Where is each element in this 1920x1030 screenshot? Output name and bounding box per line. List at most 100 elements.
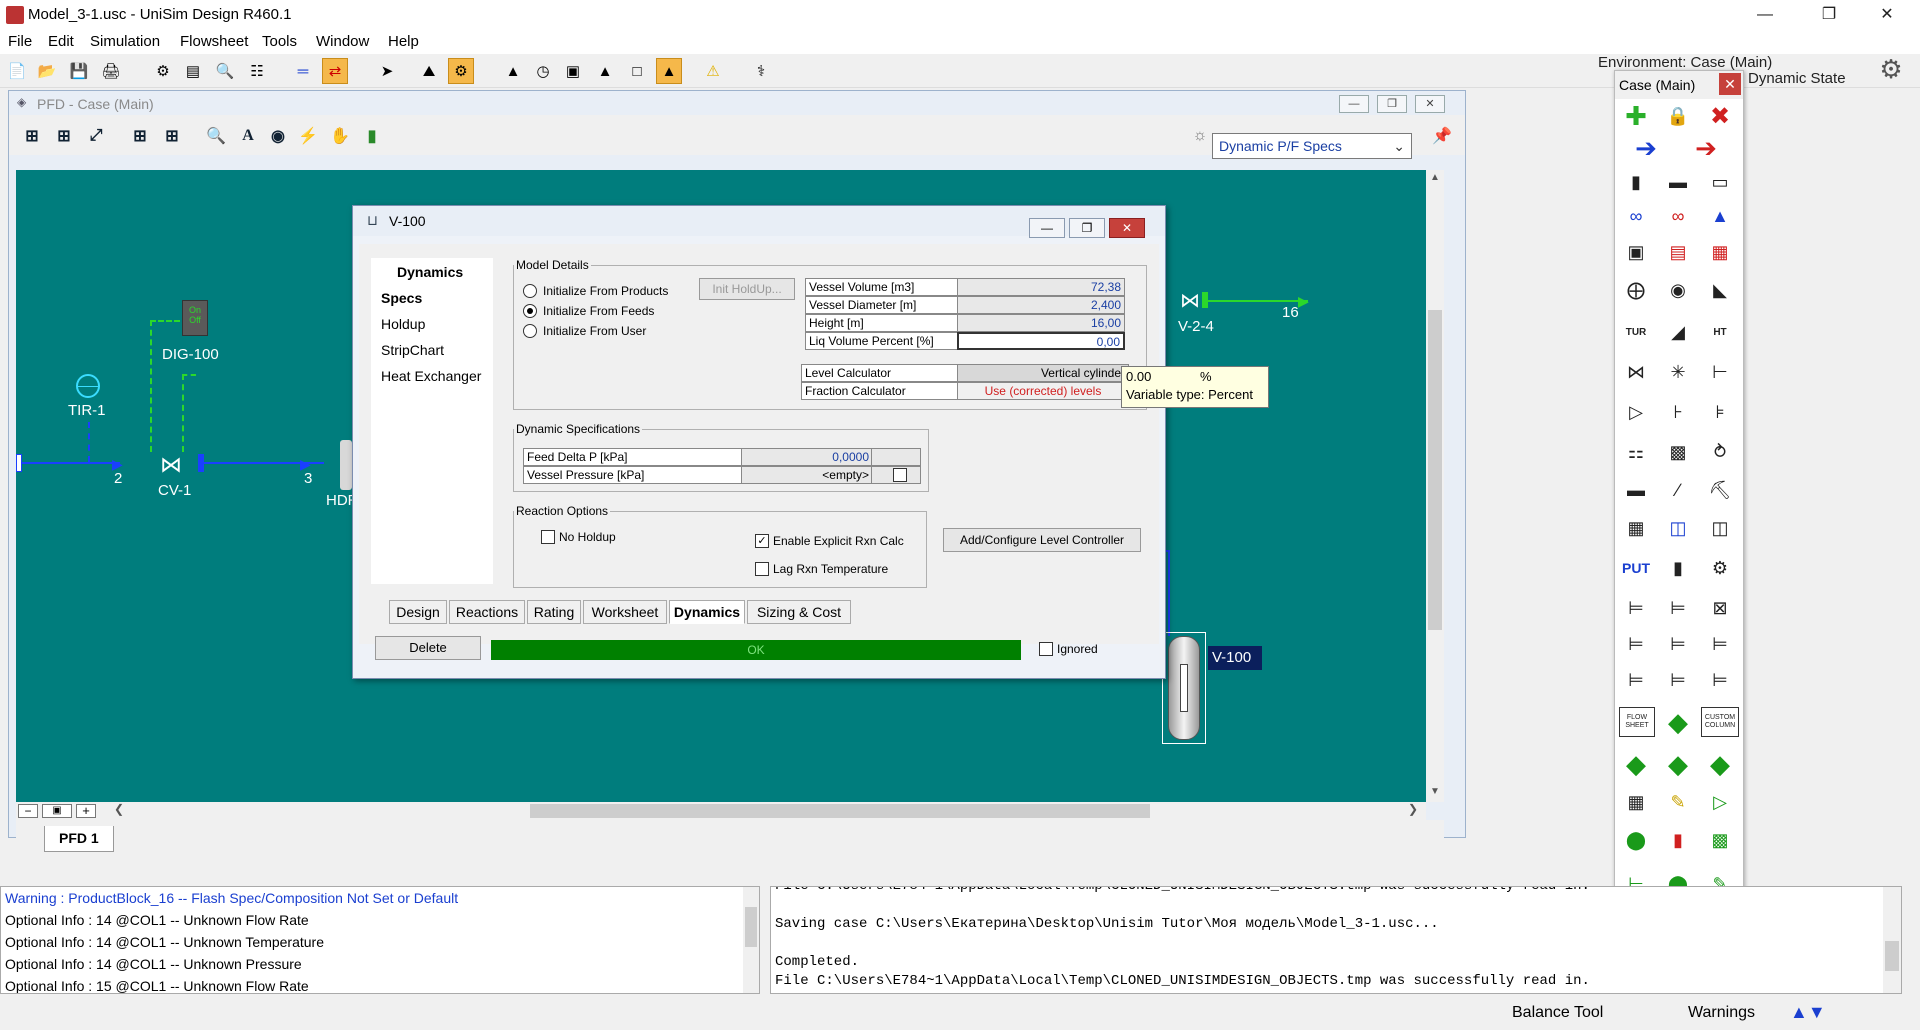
column-d-icon[interactable]: ⊨	[1621, 629, 1651, 659]
auto-position-icon[interactable]: ⊞	[127, 123, 153, 149]
ix-icon[interactable]: ▣	[560, 58, 586, 84]
menu-edit[interactable]: Edit	[48, 33, 74, 50]
menu-window[interactable]: Window	[316, 33, 369, 50]
separator-icon[interactable]: ▮	[1621, 167, 1651, 197]
menu-help[interactable]: Help	[388, 33, 419, 50]
heat-exchanger-icon[interactable]: ▣	[1621, 237, 1651, 267]
solver-active-icon[interactable]: ▲	[656, 58, 682, 84]
hscroll-thumb[interactable]	[530, 804, 1150, 818]
menu-flowsheet[interactable]: Flowsheet	[180, 33, 248, 50]
horizontal-separator-icon[interactable]: ▬	[1663, 167, 1693, 197]
attach-icon[interactable]: ⊞	[159, 123, 185, 149]
logical-op-icon[interactable]: ◆	[1663, 707, 1693, 737]
stream-16-line[interactable]	[1208, 300, 1308, 302]
find-icon[interactable]: 🔍	[203, 123, 229, 149]
ext-icon[interactable]: ◫	[1705, 513, 1735, 543]
scroll-up-icon[interactable]: ▲	[1430, 172, 1440, 183]
absorber-icon[interactable]: ⊧	[1705, 397, 1735, 427]
warning-icon[interactable]: ⚠	[700, 58, 726, 84]
grid-icon[interactable]: ▦	[1621, 787, 1651, 817]
canvas-horizontal-scrollbar[interactable]: − ▣ + ❮ ❯	[16, 802, 1426, 820]
relief-valve-icon[interactable]: ✳	[1663, 357, 1693, 387]
ignored-checkbox[interactable]	[1039, 642, 1053, 656]
minimize-button[interactable]: —	[1742, 0, 1788, 30]
databook-icon[interactable]: ☷	[244, 58, 270, 84]
close-button[interactable]: ✕	[1864, 0, 1910, 30]
init-feeds-radio[interactable]	[523, 304, 537, 318]
pfd-icon[interactable]: ⇄	[322, 58, 348, 84]
cause-effect-icon[interactable]: ▩	[1705, 825, 1735, 855]
new-case-icon[interactable]: 📄	[4, 58, 30, 84]
zoom-in-button[interactable]: +	[76, 804, 96, 818]
chart-icon[interactable]: ▲	[592, 58, 618, 84]
scroll-right-icon[interactable]: ❯	[1408, 802, 1418, 816]
trace-panel[interactable]: File C:\Users\E784~1\AppData\Local\Temp\…	[770, 886, 1902, 994]
tab-reactions[interactable]: Reactions	[449, 600, 525, 624]
surge-controller-icon[interactable]: ⬤	[1621, 825, 1651, 855]
explicit-rxn-checkbox[interactable]: ✓	[755, 534, 769, 548]
warnings-button[interactable]: Warnings	[1688, 1004, 1755, 1022]
stream-icon[interactable]: ═	[290, 58, 316, 84]
object-navigator-icon[interactable]: 🔍	[212, 58, 238, 84]
tab-dynamics[interactable]: Dynamics	[669, 600, 745, 624]
heat-transfer-icon[interactable]: HT	[1705, 317, 1735, 347]
header-unit-icon[interactable]	[340, 440, 352, 490]
tab-sizing-cost[interactable]: Sizing & Cost	[747, 600, 851, 624]
lock-icon[interactable]: 🔒	[1663, 101, 1693, 131]
flowsheet-icon[interactable]: FLOW SHEET	[1619, 707, 1655, 737]
stream-2-line[interactable]	[20, 462, 120, 464]
color-scheme-icon[interactable]: ☼	[1187, 123, 1213, 149]
spreadsheet-icon[interactable]: ◫	[1663, 513, 1693, 543]
save-icon[interactable]: 💾	[66, 58, 92, 84]
text-tool-icon[interactable]: A	[235, 123, 261, 149]
transfer-function-icon[interactable]: ▷	[1705, 787, 1735, 817]
trace-scroll-thumb[interactable]	[1885, 941, 1899, 971]
mpc-controller-icon[interactable]: ◆	[1663, 749, 1693, 779]
digital-controller-icon[interactable]: On Off	[182, 300, 208, 336]
logic-icon[interactable]: ▮	[1663, 553, 1693, 583]
no-holdup-checkbox[interactable]	[541, 530, 555, 544]
height-value[interactable]: 16,00	[957, 314, 1125, 332]
nav-dynamics[interactable]: Dynamics	[397, 264, 463, 280]
valve-v24-icon[interactable]: ⋈	[1180, 288, 1200, 313]
tab-pfd-1[interactable]: PFD 1	[44, 826, 114, 852]
print-icon[interactable]: 🖨	[98, 58, 124, 84]
pfd-minimize-button[interactable]: —	[1339, 95, 1369, 113]
pipe-icon[interactable]: ▬	[1621, 475, 1651, 505]
balance-tool-button[interactable]: Balance Tool	[1512, 1004, 1603, 1022]
ratio-controller-icon[interactable]: ◆	[1705, 749, 1735, 779]
box-icon[interactable]: □	[624, 58, 650, 84]
put-icon[interactable]: PUT	[1621, 553, 1651, 583]
valve-icon[interactable]: ⋈	[1621, 357, 1651, 387]
scroll-down-icon[interactable]: ▼	[1430, 786, 1440, 797]
lightning-icon[interactable]: ⚡	[295, 123, 321, 149]
message-panel[interactable]: Warning : ProductBlock_16 -- Flash Spec/…	[0, 886, 760, 994]
nav-specs[interactable]: Specs	[381, 290, 422, 306]
column-f-icon[interactable]: ⊨	[1705, 629, 1735, 659]
adjust-icon[interactable]: ⚙	[1705, 553, 1735, 583]
workbook-icon[interactable]: ▤	[180, 58, 206, 84]
well-icon[interactable]: ⛏	[1705, 475, 1735, 505]
zoom-fit-button[interactable]: ▣	[42, 804, 72, 818]
dialog-minimize-button[interactable]: —	[1029, 218, 1065, 238]
lag-rxn-checkbox[interactable]	[755, 562, 769, 576]
cooler-icon[interactable]: ∞	[1663, 201, 1693, 231]
material-stream-icon[interactable]: ➔	[1621, 133, 1671, 163]
palette-close-button[interactable]: ✕	[1719, 73, 1741, 95]
open-case-icon[interactable]: 📂	[34, 58, 60, 84]
tab-design[interactable]: Design	[389, 600, 447, 624]
column-g-icon[interactable]: ⊨	[1621, 665, 1651, 695]
settings-gear-icon[interactable]: ⚙	[1878, 54, 1904, 84]
heater-icon[interactable]: ∞	[1621, 201, 1651, 231]
column-c-icon[interactable]: ⊠	[1705, 593, 1735, 623]
integrator-icon[interactable]: ▲	[500, 58, 526, 84]
energy-stream-icon[interactable]: ➔	[1681, 133, 1731, 163]
delete-object-icon[interactable]: ✖	[1705, 101, 1735, 131]
packed-bed-icon[interactable]: ▩	[1663, 437, 1693, 467]
steady-state-icon[interactable]: ➤	[374, 58, 400, 84]
hyprotech-icon[interactable]: ▦	[1621, 513, 1651, 543]
column-icon[interactable]: ⊦	[1663, 397, 1693, 427]
hand-icon[interactable]: ✋	[327, 123, 353, 149]
message-scrollbar[interactable]	[743, 887, 759, 993]
expander-icon[interactable]: ◢	[1663, 317, 1693, 347]
